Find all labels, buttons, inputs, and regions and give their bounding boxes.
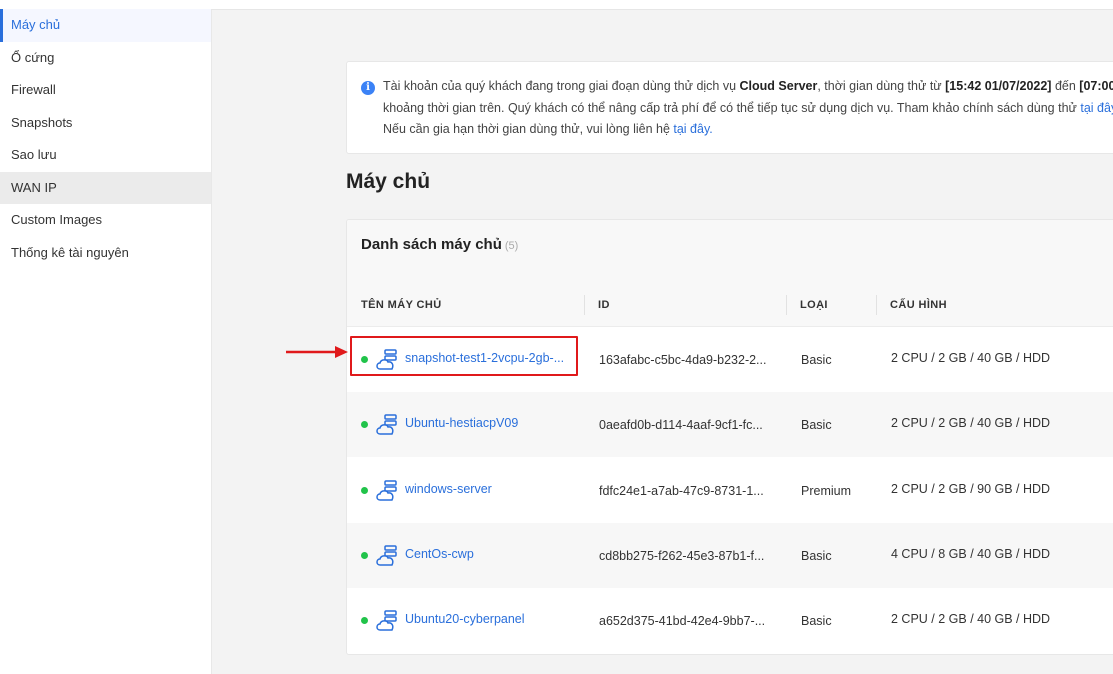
server-config: 2 CPU / 2 GB / 40 GB / HDD (891, 351, 1051, 365)
sidebar-item-sao-luu[interactable]: Sao lưu (0, 139, 211, 172)
server-config: 4 CPU / 8 GB / 40 GB / HDD (891, 547, 1051, 561)
server-type: Basic (801, 353, 832, 367)
server-count: (5) (504, 240, 519, 252)
status-online-dot (361, 617, 368, 624)
table-row[interactable]: CentOs-cwp cd8bb275-f262-45e3-87b1-f... … (347, 523, 1113, 588)
top-bar (211, 0, 1113, 10)
sidebar-item-wan-ip[interactable]: WAN IP (0, 171, 211, 204)
column-header-id[interactable]: ID (598, 299, 610, 311)
annotation-arrow-icon (286, 346, 348, 358)
server-id: 0aeafd0b-d114-4aaf-9cf1-fc... (599, 418, 763, 432)
sidebar-item-custom-images[interactable]: Custom Images (0, 204, 211, 237)
column-divider (786, 295, 787, 315)
cloud-server-icon (376, 545, 397, 566)
sidebar-item-o-cung[interactable]: Ổ cứng (0, 42, 211, 75)
server-name-link[interactable]: Ubuntu20-cyberpanel (405, 612, 525, 626)
server-type: Premium (801, 484, 852, 498)
trial-notice: i Tài khoản của quý khách đang trong gia… (346, 61, 1113, 154)
sidebar-item-thong-ke[interactable]: Thống kê tài nguyên (0, 237, 211, 270)
server-name-link[interactable]: windows-server (405, 482, 492, 496)
server-id: fdfc24e1-a7ab-47c9-8731-1... (599, 484, 764, 498)
sidebar-item-may-chu[interactable]: Máy chủ (0, 9, 211, 42)
notice-line-3: Nếu cần gia hạn thời gian dùng thử, vui … (383, 122, 713, 136)
column-header-name[interactable]: TÊN MÁY CHỦ (361, 299, 442, 311)
status-online-dot (361, 552, 368, 559)
table-header: TÊN MÁY CHỦ ID LOẠI CẤU HÌNH (347, 273, 1113, 327)
contact-link[interactable]: tại đây. (673, 122, 712, 136)
server-id: 163afabc-c5bc-4da9-b232-2... (599, 353, 767, 367)
card-header: Danh sách máy chủ (5) (347, 220, 1113, 274)
server-id: a652d375-41bd-42e4-9bb7-... (599, 614, 766, 628)
server-name-link[interactable]: CentOs-cwp (405, 547, 474, 561)
server-type: Basic (801, 418, 832, 432)
server-config: 2 CPU / 2 GB / 90 GB / HDD (891, 482, 1051, 496)
server-config: 2 CPU / 2 GB / 40 GB / HDD (891, 416, 1051, 430)
server-config: 2 CPU / 2 GB / 40 GB / HDD (891, 612, 1051, 626)
cloud-server-icon (376, 414, 397, 435)
table-row[interactable]: windows-server fdfc24e1-a7ab-47c9-8731-1… (347, 458, 1113, 523)
status-online-dot (361, 421, 368, 428)
column-divider (876, 295, 877, 315)
cloud-server-icon (376, 610, 397, 631)
notice-line-2: khoảng thời gian trên. Quý khách có thể … (383, 101, 1113, 115)
column-header-config[interactable]: CẤU HÌNH (890, 299, 947, 311)
server-id: cd8bb275-f262-45e3-87b1-f... (599, 549, 765, 563)
cloud-server-icon (376, 480, 397, 501)
sidebar: Máy chủ Ổ cứng Firewall Snapshots Sao lư… (0, 0, 212, 674)
table-row[interactable]: Ubuntu20-cyberpanel a652d375-41bd-42e4-9… (347, 588, 1113, 653)
notice-line-1: Tài khoản của quý khách đang trong giai … (383, 79, 1113, 93)
column-divider (584, 295, 585, 315)
server-list-card: Danh sách máy chủ (5) TÊN MÁY CHỦ ID LOẠI… (346, 219, 1113, 655)
table-row[interactable]: Ubuntu-hestiacpV09 0aeafd0b-d114-4aaf-9c… (347, 392, 1113, 457)
info-icon: i (361, 81, 375, 95)
sidebar-item-snapshots[interactable]: Snapshots (0, 107, 211, 140)
page-title: Máy chủ (346, 170, 431, 193)
trial-policy-link[interactable]: tại đây (1080, 101, 1113, 115)
server-type: Basic (801, 614, 832, 628)
column-header-type[interactable]: LOẠI (800, 299, 828, 311)
status-online-dot (361, 487, 368, 494)
card-title: Danh sách máy chủ (5) (361, 236, 519, 253)
server-name-link[interactable]: Ubuntu-hestiacpV09 (405, 416, 518, 430)
annotation-highlight-box (350, 336, 578, 376)
server-type: Basic (801, 549, 832, 563)
sidebar-item-firewall[interactable]: Firewall (0, 74, 211, 107)
